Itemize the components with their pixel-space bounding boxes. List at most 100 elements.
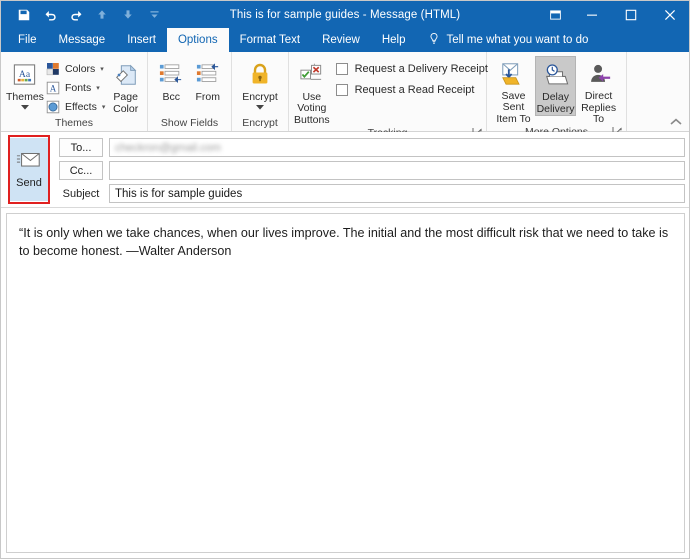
tab-file[interactable]: File (7, 28, 48, 52)
request-delivery-receipt-row[interactable]: Request a Delivery Receipt (336, 63, 488, 75)
title-bar: This is for sample guides - Message (HTM… (1, 1, 689, 28)
direct-replies-to-label-line2: Replies To (576, 103, 621, 125)
move-up-icon[interactable] (89, 4, 115, 26)
ribbon-group-themes: Aa Themes (1, 52, 148, 131)
to-button[interactable]: To... (59, 138, 103, 157)
collapse-ribbon-icon[interactable] (669, 115, 683, 129)
tab-message[interactable]: Message (48, 28, 117, 52)
chevron-down-icon[interactable] (256, 102, 264, 113)
theme-fonts-label: Fonts (65, 82, 91, 94)
ribbon-group-show-fields: Bcc From Show Fields (148, 52, 232, 131)
tab-format-text[interactable]: Format Text (229, 28, 312, 52)
redo-icon[interactable] (63, 4, 89, 26)
page-color-label-line2: Color (113, 104, 138, 115)
send-button-wrapper: Send (7, 138, 51, 201)
message-body[interactable]: “It is only when we take chances, when o… (6, 213, 685, 553)
chevron-down-icon[interactable] (21, 102, 29, 113)
send-button-label: Send (16, 177, 42, 189)
use-voting-buttons-label-line1: Use Voting (294, 92, 330, 114)
ribbon-tabs: File Message Insert Options Format Text … (1, 28, 689, 52)
group-label-themes: Themes (1, 116, 147, 131)
direct-replies-to-label-line1: Direct (585, 91, 612, 102)
recipient-fields: To... checkron@gmail.com Cc... Subject T… (53, 138, 685, 203)
ribbon-display-options-icon[interactable] (538, 1, 572, 28)
save-icon[interactable] (11, 4, 37, 26)
page-color-button[interactable]: Page Color (109, 57, 142, 115)
compose-header: Send To... checkron@gmail.com Cc... Subj… (1, 132, 689, 208)
bcc-button[interactable]: Bcc (153, 57, 190, 103)
maximize-icon[interactable] (611, 1, 650, 28)
direct-replies-to-button[interactable]: Direct Replies To (576, 56, 621, 125)
subject-label: Subject (59, 184, 103, 203)
tab-insert[interactable]: Insert (116, 28, 167, 52)
lightbulb-icon (428, 32, 440, 49)
ribbon-group-tracking: Use Voting Buttons Request a Delivery Re… (289, 52, 487, 131)
themes-small-buttons: Colors ▾ A Fonts ▾ Effects (44, 57, 109, 116)
request-delivery-receipt-label: Request a Delivery Receipt (355, 63, 488, 75)
chevron-down-icon[interactable]: ▾ (102, 103, 106, 111)
delay-delivery-label-line1: Delay (542, 92, 569, 103)
undo-icon[interactable] (37, 4, 63, 26)
encrypt-button[interactable]: Encrypt (237, 57, 283, 113)
use-voting-buttons-label-line2: Buttons (294, 115, 330, 126)
message-body-text: “It is only when we take chances, when o… (19, 224, 672, 260)
delay-delivery-button[interactable]: Delay Delivery (535, 56, 576, 116)
from-button[interactable]: From (190, 57, 227, 103)
request-read-receipt-label: Request a Read Receipt (355, 84, 475, 96)
voting-buttons-icon (298, 59, 325, 91)
send-button[interactable]: Send (10, 138, 48, 201)
subject-row: Subject This is for sample guides (59, 184, 685, 203)
minimize-icon[interactable] (572, 1, 611, 28)
tab-options[interactable]: Options (167, 28, 229, 52)
request-read-receipt-checkbox[interactable] (336, 84, 348, 96)
bcc-label: Bcc (162, 92, 180, 103)
close-icon[interactable] (650, 1, 689, 28)
page-color-icon (113, 59, 139, 91)
theme-effects-button[interactable]: Effects ▾ (44, 98, 109, 116)
theme-colors-button[interactable]: Colors ▾ (44, 60, 109, 78)
chevron-down-icon[interactable]: ▾ (96, 84, 100, 92)
svg-text:A: A (50, 84, 57, 94)
send-envelope-icon (16, 151, 42, 172)
tab-review[interactable]: Review (311, 28, 371, 52)
cc-row: Cc... (59, 161, 685, 180)
theme-fonts-button[interactable]: A Fonts ▾ (44, 79, 109, 97)
chevron-down-icon[interactable]: ▾ (100, 65, 104, 73)
delay-delivery-label-line2: Delivery (537, 104, 575, 115)
outlook-message-window: This is for sample guides - Message (HTM… (0, 0, 690, 559)
tracking-checkboxes: Request a Delivery Receipt Request a Rea… (330, 57, 492, 96)
cc-input[interactable] (109, 161, 685, 180)
delay-delivery-icon (543, 59, 569, 91)
direct-replies-icon (586, 58, 612, 90)
theme-fonts-icon: A (46, 81, 61, 96)
to-value: checkron@gmail.com (115, 142, 221, 154)
save-sent-item-to-label-line1: Save Sent (492, 91, 535, 113)
tell-me-search[interactable]: Tell me what you want to do (416, 28, 596, 52)
ribbon-group-more-options: Save Sent Item To Delay Delivery (487, 52, 627, 131)
bcc-icon (158, 59, 184, 91)
save-sent-item-to-label-line2: Item To (496, 114, 530, 125)
themes-icon: Aa (11, 59, 38, 91)
to-input[interactable]: checkron@gmail.com (109, 138, 685, 157)
subject-value: This is for sample guides (115, 188, 242, 200)
save-sent-item-icon (500, 58, 526, 90)
subject-input[interactable]: This is for sample guides (109, 184, 685, 203)
window-controls (538, 1, 689, 28)
use-voting-buttons-button[interactable]: Use Voting Buttons (294, 57, 330, 126)
group-label-encrypt: Encrypt (232, 116, 288, 131)
quick-access-toolbar (1, 4, 167, 26)
cc-button[interactable]: Cc... (59, 161, 103, 180)
request-delivery-receipt-checkbox[interactable] (336, 63, 348, 75)
tab-help[interactable]: Help (371, 28, 417, 52)
from-icon (195, 59, 221, 91)
customize-quick-access-icon[interactable] (141, 4, 167, 26)
theme-effects-label: Effects (65, 101, 97, 113)
theme-colors-label: Colors (65, 63, 95, 75)
move-down-icon[interactable] (115, 4, 141, 26)
themes-button[interactable]: Aa Themes (6, 57, 44, 113)
theme-effects-icon (46, 100, 61, 115)
ribbon: Aa Themes (1, 52, 689, 132)
to-row: To... checkron@gmail.com (59, 138, 685, 157)
request-read-receipt-row[interactable]: Request a Read Receipt (336, 84, 488, 96)
save-sent-item-to-button[interactable]: Save Sent Item To (492, 56, 535, 125)
